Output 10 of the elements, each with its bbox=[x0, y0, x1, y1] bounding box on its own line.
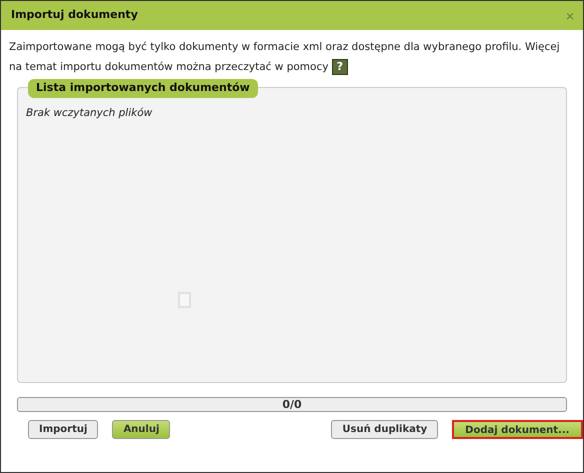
empty-message: Brak wczytanych plików bbox=[26, 107, 152, 119]
info-text: Zaimportowane mogą być tylko dokumenty w formacie xml oraz dostępne dla wybranego profilu. Więcej na temat importu dokumentów można przeczytać w pomocy ? bbox=[8, 40, 561, 77]
window-title: Importuj dokumenty bbox=[11, 7, 138, 24]
remove-duplicates-button[interactable]: Usuń duplikaty bbox=[331, 420, 438, 439]
cancel-button[interactable]: Anuluj bbox=[112, 420, 170, 439]
panel-title: Lista importowanych dokumentów bbox=[28, 79, 258, 98]
progress-text: 0/0 bbox=[282, 398, 302, 411]
add-document-button[interactable]: Dodaj dokument... bbox=[452, 420, 583, 439]
help-button[interactable]: ? bbox=[332, 59, 348, 76]
import-button[interactable]: Importuj bbox=[28, 420, 98, 439]
